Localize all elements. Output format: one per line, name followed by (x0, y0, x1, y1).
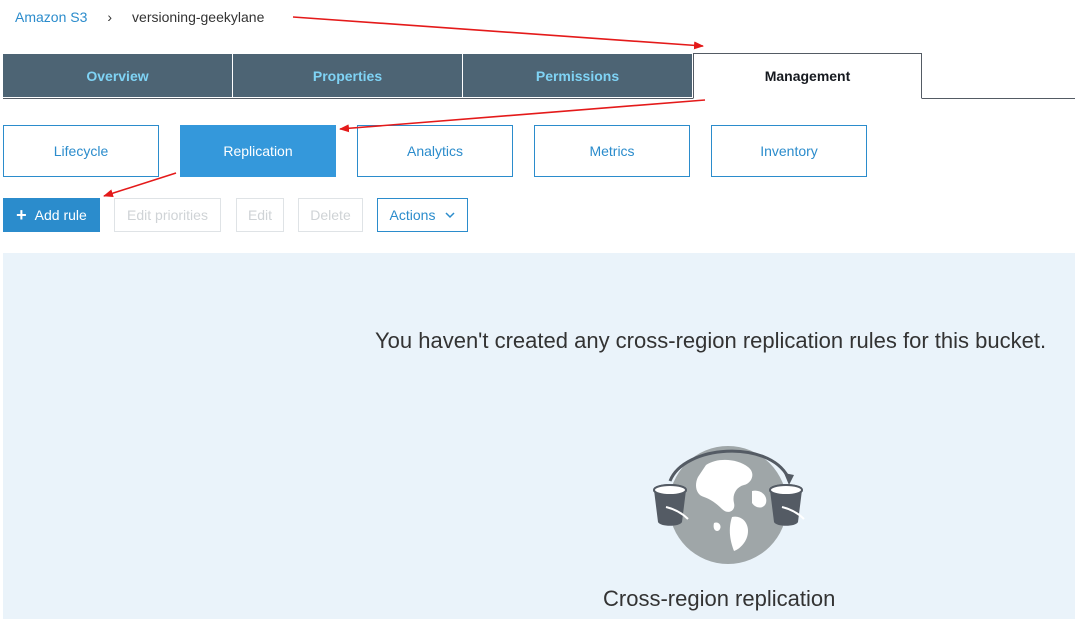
add-rule-button[interactable]: + Add rule (3, 198, 100, 232)
s3-bucket-management-page: Amazon S3 › versioning-geekylane Overvie… (0, 0, 1075, 619)
actions-dropdown[interactable]: Actions (377, 198, 468, 232)
tab-properties[interactable]: Properties (233, 54, 462, 97)
breadcrumb-bucket-name: versioning-geekylane (132, 9, 265, 25)
add-rule-label: Add rule (34, 207, 87, 223)
breadcrumb: Amazon S3 › versioning-geekylane (15, 7, 264, 27)
annotation-arrow-to-management-tab (292, 16, 704, 50)
actions-label: Actions (389, 207, 436, 223)
replication-empty-state: You haven't created any cross-region rep… (3, 253, 1075, 619)
plus-icon: + (16, 205, 27, 225)
tab-overview[interactable]: Overview (3, 54, 232, 97)
empty-state-message: You haven't created any cross-region rep… (375, 328, 1047, 353)
subtab-inventory[interactable]: Inventory (711, 125, 867, 177)
edit-priorities-button[interactable]: Edit priorities (114, 198, 221, 232)
subtab-analytics[interactable]: Analytics (357, 125, 513, 177)
edit-button[interactable]: Edit (236, 198, 284, 232)
subtab-replication[interactable]: Replication (180, 125, 336, 177)
subtab-lifecycle[interactable]: Lifecycle (3, 125, 159, 177)
main-tab-bar: Overview Properties Permissions Manageme… (3, 53, 1075, 99)
delete-button[interactable]: Delete (298, 198, 363, 232)
tab-permissions[interactable]: Permissions (463, 54, 692, 97)
chevron-down-icon (445, 211, 455, 219)
feature-title: Cross-region replication (603, 586, 836, 611)
breadcrumb-amazon-s3-link[interactable]: Amazon S3 (15, 9, 87, 25)
tab-management[interactable]: Management (693, 53, 922, 99)
subtab-metrics[interactable]: Metrics (534, 125, 690, 177)
chevron-right-icon: › (107, 9, 113, 25)
cross-region-replication-icon (648, 437, 808, 572)
